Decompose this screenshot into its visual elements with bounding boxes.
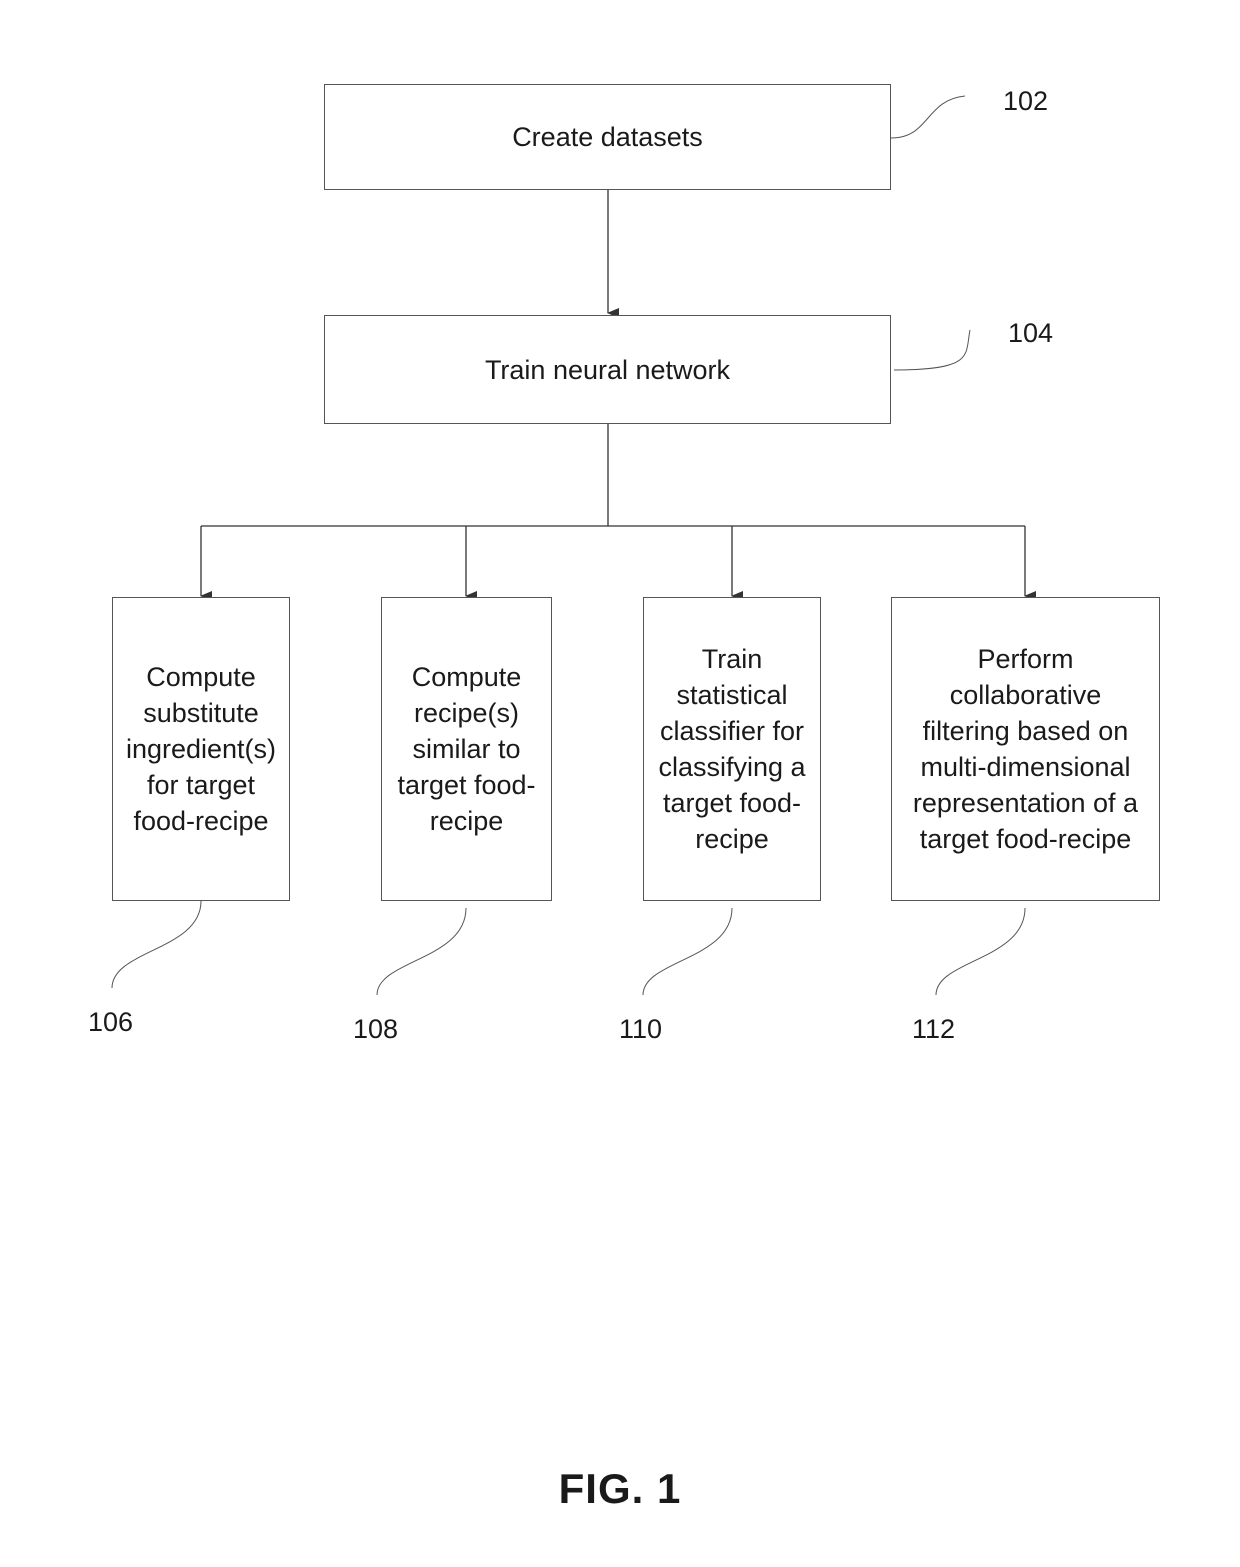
figure-label: FIG. 1 [558, 1465, 682, 1512]
step-box-collaborative-filtering: Perform collaborative filtering based on… [891, 597, 1160, 901]
leader-110 [642, 907, 733, 996]
leader-104 [893, 329, 971, 371]
step-box-substitute-ingredients: Compute substitute ingredient(s) for tar… [112, 597, 290, 901]
step-label: Compute recipe(s) similar to target food… [397, 662, 536, 836]
leader-112 [935, 907, 1026, 996]
step-label: Create datasets [512, 122, 703, 152]
leader-102 [890, 95, 966, 139]
ref-number-112: 112 [912, 1014, 956, 1044]
ref-number-102: 102 [1003, 86, 1049, 116]
leader-108 [376, 907, 467, 996]
step-label: Train neural network [484, 354, 731, 385]
ref-number-108: 108 [353, 1014, 399, 1044]
ref-number-110: 110 [619, 1014, 663, 1044]
step-box-similar-recipes: Compute recipe(s) similar to target food… [381, 597, 552, 901]
step-label: Train statistical classifier for classif… [658, 644, 806, 854]
step-label: Perform collaborative filtering based on… [912, 644, 1139, 854]
step-box-train-neural-network: Train neural network [324, 315, 891, 424]
ref-number-106: 106 [88, 1007, 134, 1037]
leader-106 [111, 900, 202, 989]
ref-number-104: 104 [1008, 318, 1054, 348]
step-box-train-classifier: Train statistical classifier for classif… [643, 597, 821, 901]
step-label: Compute substitute ingredient(s) for tar… [125, 662, 277, 836]
step-box-create-datasets: Create datasets [324, 84, 891, 190]
